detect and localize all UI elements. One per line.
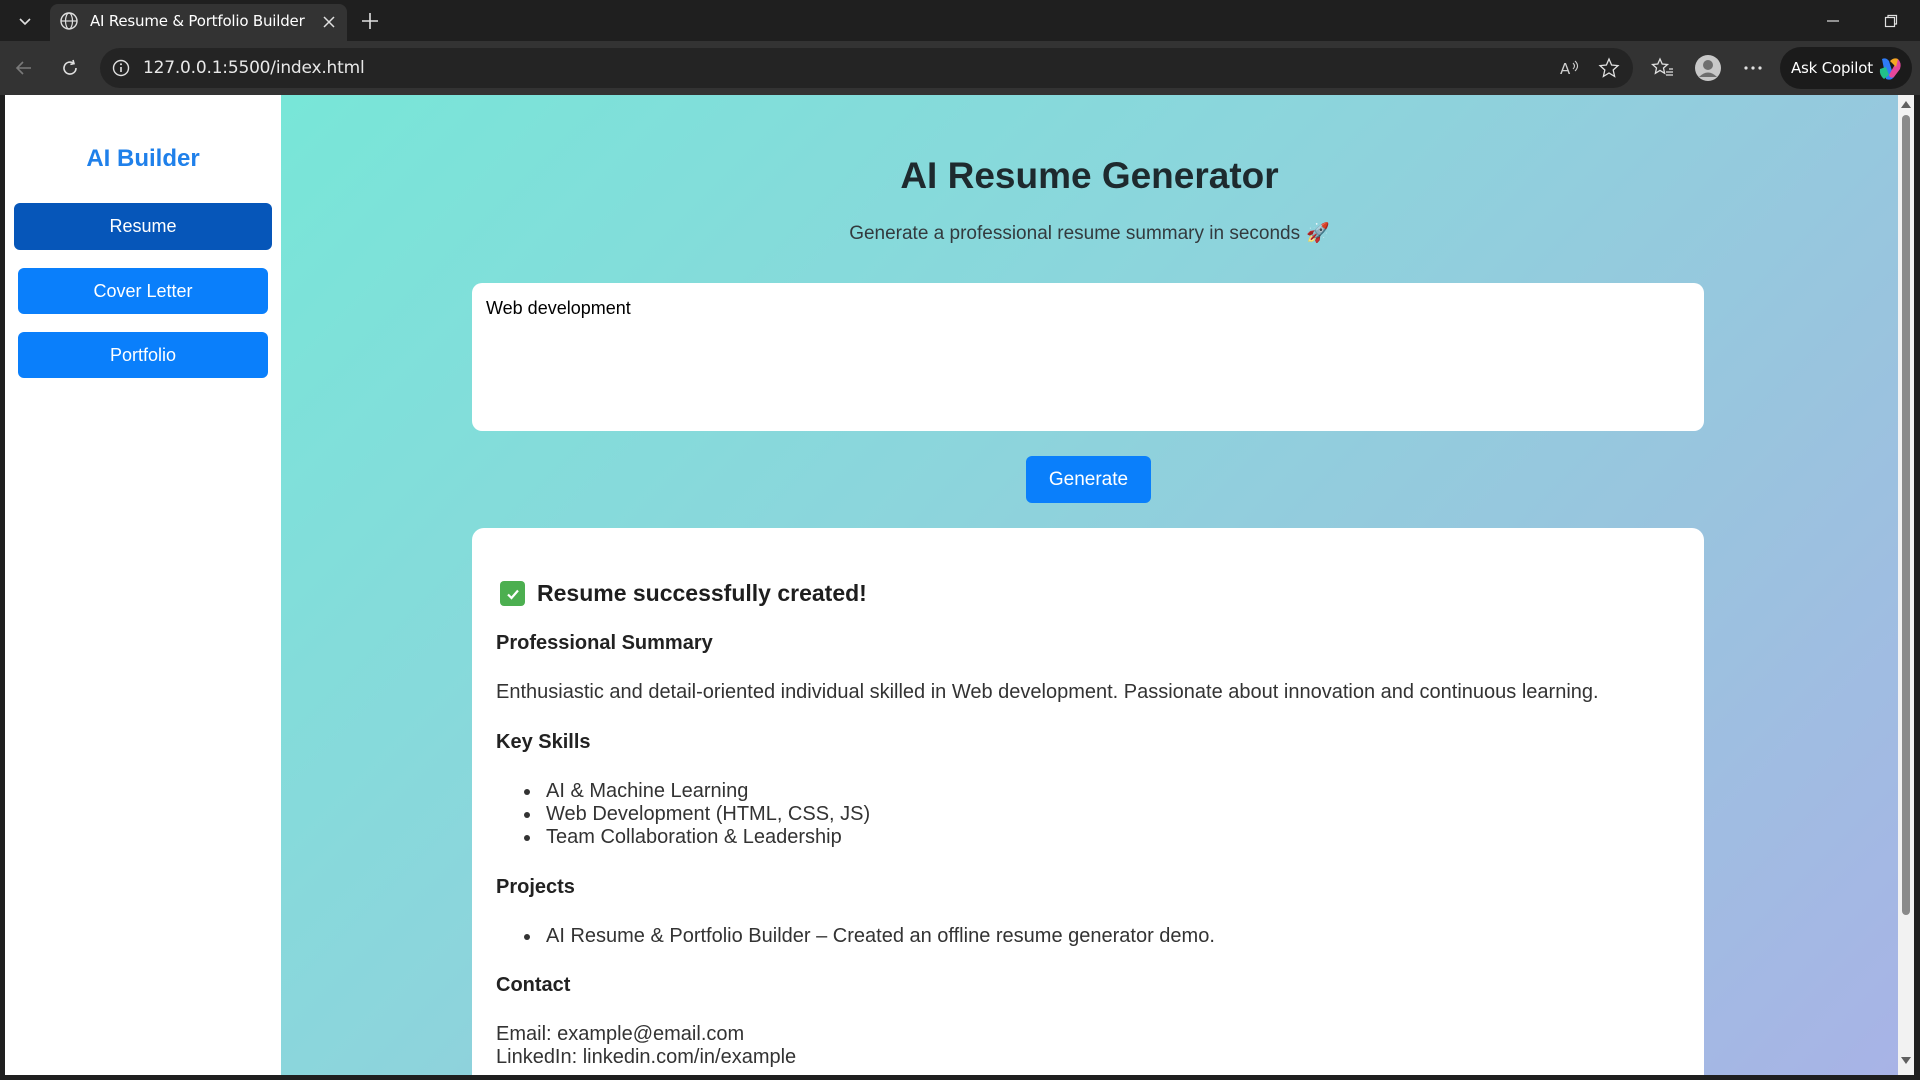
skills-heading: Key Skills [496,731,591,753]
read-aloud-button[interactable]: A [1557,56,1583,80]
back-arrow-icon [15,61,31,75]
window-edge-right [1914,95,1920,1080]
tab-title: AI Resume & Portfolio Builder [90,12,305,30]
back-button[interactable] [6,50,42,86]
rocket-icon: 🚀 [1306,223,1330,244]
sidebar-item-cover-letter[interactable]: Cover Letter [18,268,268,314]
favorites-button[interactable] [1645,50,1681,86]
projects-heading: Projects [496,876,575,898]
result-card: Resume successfully created! Professiona… [472,528,1704,1075]
page-subtitle: Generate a professional resume summary i… [281,221,1898,245]
list-item: Team Collaboration & Leadership [522,826,870,849]
summary-text: Enthusiastic and detail-oriented individ… [496,681,1599,703]
skills-list: AI & Machine Learning Web Development (H… [522,780,870,849]
subtitle-text: Generate a professional resume summary i… [849,223,1301,244]
summary-heading: Professional Summary [496,632,713,654]
read-aloud-icon: A [1560,60,1579,78]
copilot-button[interactable]: Ask Copilot [1780,47,1912,89]
scroll-up-icon[interactable] [1901,101,1911,108]
page-title: AI Resume Generator [900,155,1279,196]
status-text: Resume successfully created! [537,580,867,606]
main-content: AI Resume Generator Generate a professio… [281,95,1898,1075]
new-tab-button[interactable] [355,6,385,36]
vertical-scrollbar[interactable] [1898,95,1914,1075]
window-edge-bottom [0,1075,1920,1080]
list-item: AI Resume & Portfolio Builder – Created … [522,925,1215,948]
sidebar-title: AI Builder [86,145,200,172]
prompt-input[interactable] [472,283,1704,431]
generate-button[interactable]: Generate [1026,456,1151,503]
favorites-icon [1651,57,1673,76]
copilot-label: Ask Copilot [1791,59,1873,77]
address-bar[interactable]: 127.0.0.1:5500/index.html A [100,48,1633,88]
sidebar-item-resume[interactable]: Resume [14,203,272,250]
status-message: Resume successfully created! [500,580,867,607]
contact-linkedin: LinkedIn: linkedin.com/in/example [496,1046,797,1068]
star-icon [1598,57,1620,78]
restore-button[interactable] [1862,0,1920,41]
svg-text:A: A [1560,60,1571,78]
close-icon [323,16,335,28]
scroll-down-icon[interactable] [1901,1057,1911,1064]
window-edge-left [0,95,5,1080]
copilot-icon [1879,58,1901,80]
restore-icon [1884,14,1898,27]
favorite-button[interactable] [1596,56,1622,80]
more-options-button[interactable] [1735,50,1771,86]
list-item: Web Development (HTML, CSS, JS) [522,803,870,826]
refresh-icon [63,59,77,75]
tab-strip: AI Resume & Portfolio Builder [0,0,1920,41]
list-item: AI & Machine Learning [522,780,870,803]
browser-toolbar: 127.0.0.1:5500/index.html A Ask Copilot [0,41,1920,95]
globe-icon [60,12,78,30]
info-icon[interactable] [110,57,132,79]
tab-list-button[interactable] [10,8,40,34]
url-text[interactable]: 127.0.0.1:5500/index.html [143,58,365,78]
browser-tab[interactable]: AI Resume & Portfolio Builder [50,4,347,41]
plus-icon [362,13,378,29]
more-icon [1744,66,1762,70]
contact-heading: Contact [496,974,571,996]
sidebar-item-portfolio[interactable]: Portfolio [18,332,268,378]
profile-button[interactable] [1690,50,1726,86]
scroll-thumb[interactable] [1902,115,1910,915]
sidebar: AI Builder Resume Cover Letter Portfolio [5,95,281,1075]
chevron-down-icon [19,18,31,26]
close-tab-button[interactable] [318,11,340,33]
page-viewport: AI Builder Resume Cover Letter Portfolio… [5,95,1898,1075]
refresh-button[interactable] [52,50,88,86]
avatar-icon [1695,55,1721,81]
projects-list: AI Resume & Portfolio Builder – Created … [522,925,1215,948]
contact-email: Email: example@email.com [496,1023,745,1045]
check-icon [500,581,525,606]
